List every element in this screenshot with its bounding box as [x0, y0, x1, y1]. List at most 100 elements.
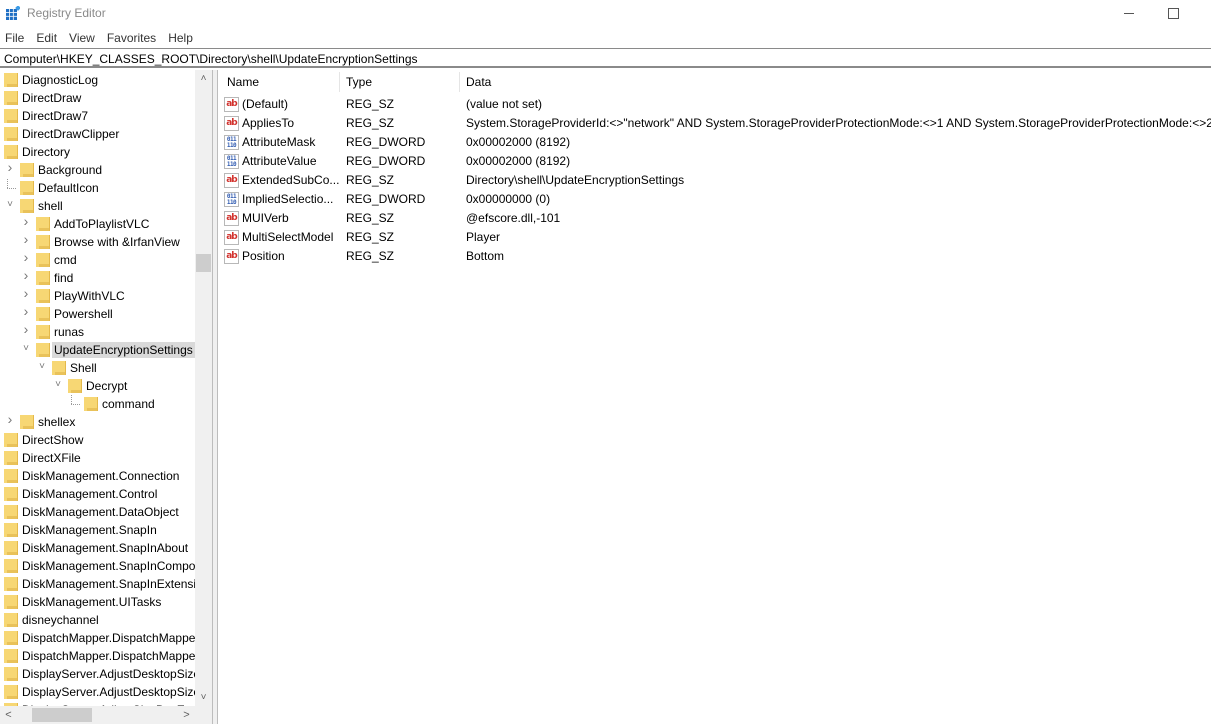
folder-icon [4, 667, 18, 681]
scroll-down-icon[interactable]: ˅ [195, 689, 212, 706]
scroll-right-icon[interactable]: > [178, 706, 195, 724]
tree-item[interactable]: › Browse with &IrfanView [0, 232, 195, 251]
tree-item[interactable]: Directory [0, 143, 195, 161]
tree-item[interactable]: › find [0, 268, 195, 287]
menu-view[interactable]: View [63, 28, 101, 48]
tree-item[interactable]: DiagnosticLog [0, 71, 195, 89]
menu-help[interactable]: Help [162, 28, 199, 48]
folder-icon [36, 235, 50, 249]
scroll-left-icon[interactable]: < [0, 706, 17, 724]
tree-item[interactable]: DiskManagement.SnapInExtensic [0, 575, 195, 593]
value-row[interactable]: ab ExtendedSubCo... REG_SZ Directory\shell\… [218, 171, 1211, 190]
value-row[interactable]: ab AppliesTo REG_SZ System.StorageProviderI… [218, 114, 1211, 133]
column-separator[interactable] [339, 72, 340, 92]
tree-item[interactable]: DiskManagement.Connection [0, 467, 195, 485]
tree-item[interactable]: DefaultIcon [0, 179, 195, 197]
chevron-down-icon[interactable]: ˅ [53, 380, 63, 390]
chevron-right-icon[interactable]: › [21, 304, 31, 318]
tree-item[interactable]: DirectDraw7 [0, 107, 195, 125]
maximize-button[interactable] [1150, 0, 1196, 26]
tree-item[interactable]: ˅ Shell [0, 359, 195, 377]
tree-item[interactable]: disneychannel [0, 611, 195, 629]
value-row[interactable]: 011 110 ImpliedSelectio... REG_DWORD 0x0000… [218, 190, 1211, 209]
menu-edit[interactable]: Edit [30, 28, 63, 48]
tree-item[interactable]: DirectXFile [0, 449, 195, 467]
chevron-right-icon[interactable]: › [21, 286, 31, 300]
chevron-right-icon[interactable]: › [5, 160, 15, 174]
tree-horizontal-scrollbar[interactable]: < > [0, 706, 195, 724]
menu-favorites[interactable]: Favorites [101, 28, 162, 48]
tree-item[interactable]: › Background [0, 160, 195, 179]
value-name: (Default) [242, 97, 289, 111]
value-data: Bottom [466, 249, 505, 263]
tree-item[interactable]: › runas [0, 322, 195, 341]
folder-icon [4, 685, 18, 699]
tree-item[interactable]: DiskManagement.SnapInAbout [0, 539, 195, 557]
value-type: REG_DWORD [346, 192, 426, 206]
minimize-button[interactable] [1106, 0, 1152, 26]
tree-item[interactable]: › PlayWithVLC [0, 286, 195, 305]
tree-item[interactable]: DisplayServer.AdjustDesktopSizeI [0, 683, 195, 701]
tree-connector-line [7, 188, 16, 189]
tree-item-label: shellex [38, 415, 76, 429]
tree-item[interactable]: DiskManagement.DataObject [0, 503, 195, 521]
tree-item[interactable]: › Powershell [0, 304, 195, 323]
value-row[interactable]: ab MUIVerb REG_SZ @efscore.dll,-101 [218, 209, 1211, 228]
column-header-type[interactable]: Type [346, 70, 372, 94]
tree-item[interactable]: ˅ UpdateEncryptionSettings [0, 341, 195, 359]
tree-item[interactable]: ˅ shell [0, 197, 195, 215]
value-data: (value not set) [466, 97, 543, 111]
chevron-down-icon[interactable]: ˅ [37, 362, 47, 372]
chevron-down-icon[interactable]: ˅ [5, 200, 15, 210]
tree-item[interactable]: › cmd [0, 250, 195, 269]
tree-item-label: DispatchMapper.DispatchMappe [22, 649, 195, 663]
tree-item[interactable]: › AddToPlaylistVLC [0, 214, 195, 233]
address-path[interactable]: Computer\HKEY_CLASSES_ROOT\Directory\she… [4, 52, 418, 66]
tree-item[interactable]: DirectShow [0, 431, 195, 449]
value-row[interactable]: 011 110 AttributeValue REG_DWORD 0x00002000… [218, 152, 1211, 171]
column-header-name[interactable]: Name [227, 70, 259, 94]
tree-item[interactable]: ˅ Decrypt [0, 377, 195, 395]
folder-icon [4, 73, 18, 87]
folder-icon [20, 199, 34, 213]
minimize-icon [1124, 12, 1134, 14]
chevron-right-icon[interactable]: › [21, 268, 31, 282]
tree-vertical-scroll-thumb[interactable] [196, 254, 211, 272]
tree-item[interactable]: DisplayServer.AdjustDesktopSizeI [0, 665, 195, 683]
value-name: AttributeMask [242, 135, 316, 149]
chevron-right-icon[interactable]: › [21, 322, 31, 336]
tree-vertical-scrollbar[interactable]: ˄ ˅ [195, 70, 212, 706]
folder-icon [36, 217, 50, 231]
tree-item[interactable]: DispatchMapper.DispatchMappe [0, 629, 195, 647]
tree-item[interactable]: command [0, 395, 195, 413]
chevron-down-icon[interactable]: ˅ [21, 344, 31, 354]
tree-item-label: Background [38, 163, 103, 177]
value-row[interactable]: ab Position REG_SZ Bottom [218, 247, 1211, 266]
tree-item[interactable]: DispatchMapper.DispatchMappe [0, 647, 195, 665]
chevron-right-icon[interactable]: › [21, 250, 31, 264]
tree-item-label: shell [38, 199, 63, 213]
chevron-right-icon[interactable]: › [21, 232, 31, 246]
menu-file[interactable]: File [0, 28, 30, 48]
value-row[interactable]: ab MultiSelectModel REG_SZ Player [218, 228, 1211, 247]
tree-item[interactable]: DirectDrawClipper [0, 125, 195, 143]
tree-item-label: DefaultIcon [38, 181, 99, 195]
chevron-right-icon[interactable]: › [5, 412, 15, 426]
column-separator[interactable] [459, 72, 460, 92]
value-type: REG_SZ [346, 97, 395, 111]
chevron-right-icon[interactable]: › [21, 214, 31, 228]
value-row[interactable]: 011 110 AttributeMask REG_DWORD 0x00002000 … [218, 133, 1211, 152]
value-data: 0x00000000 (0) [466, 192, 551, 206]
value-row[interactable]: ab (Default) REG_SZ (value not set) [218, 95, 1211, 114]
column-header-data[interactable]: Data [466, 70, 491, 94]
tree-item[interactable]: DirectDraw [0, 89, 195, 107]
tree-item[interactable]: DiskManagement.Control [0, 485, 195, 503]
tree-item[interactable]: DiskManagement.UITasks [0, 593, 195, 611]
address-bar[interactable]: Computer\HKEY_CLASSES_ROOT\Directory\she… [0, 48, 1211, 68]
scroll-up-icon[interactable]: ˄ [195, 70, 212, 87]
tree-item[interactable]: › shellex [0, 412, 195, 431]
tree-item[interactable]: DiskManagement.SnapInCompo [0, 557, 195, 575]
tree-item[interactable]: DiskManagement.SnapIn [0, 521, 195, 539]
tree-horizontal-scroll-thumb[interactable] [32, 708, 92, 722]
scrollbar-corner [195, 706, 212, 724]
